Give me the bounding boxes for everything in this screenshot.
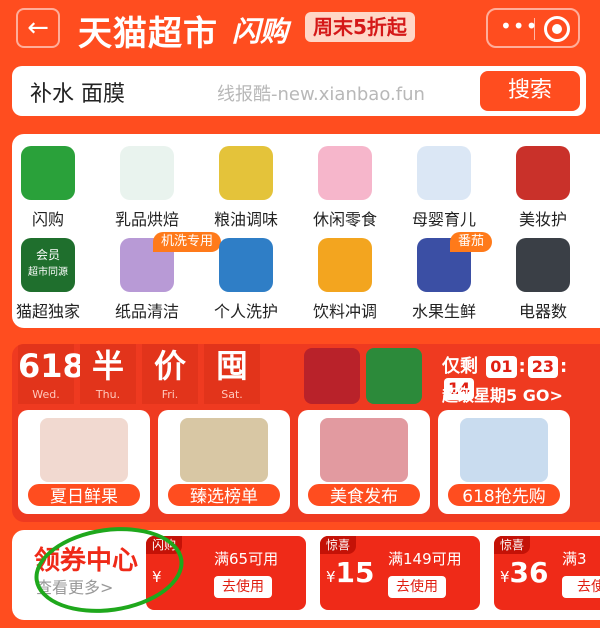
- promo-card-label: 美食发布: [306, 482, 422, 508]
- promo-panel: 仅剩 01:23:14 超级星期5 GO> 618 Wed. 半 Thu. 价 Fri. 囤…: [12, 344, 600, 522]
- category-label: 乳品烘焙: [114, 210, 179, 229]
- snack-bag-icon: [180, 418, 268, 482]
- search-button[interactable]: 搜索: [480, 71, 580, 111]
- coupon-condition: 满149可用: [388, 550, 462, 568]
- category-item[interactable]: 机洗专用 纸品清洁: [91, 232, 222, 322]
- coupon-card[interactable]: 惊喜 ¥36 满3 去使: [494, 536, 600, 610]
- snack-icon: [318, 146, 372, 200]
- flash-title: 闪购: [232, 15, 289, 48]
- category-item[interactable]: 母婴育儿: [388, 146, 500, 230]
- cosmetics-icon: [516, 146, 570, 200]
- oil-bottle-icon: [219, 146, 273, 200]
- coupon-value: 15: [335, 556, 375, 589]
- search-bar: 补水 面膜 线报酷-new.xianbao.fun 搜索: [12, 66, 586, 116]
- gift-box-icon: [320, 418, 408, 482]
- coupon-amount: ¥15: [326, 556, 375, 589]
- header: ← 天猫超市 闪购 周末5折起 •••: [0, 0, 600, 60]
- promo-day-weekday: Sat.: [221, 388, 243, 401]
- brand-title: 天猫超市: [78, 14, 218, 54]
- category-label: 水果生鲜: [411, 302, 476, 321]
- coupon-condition: 满3: [562, 550, 587, 568]
- beer-can-icon: [366, 348, 422, 404]
- promo-day-weekday: Thu.: [95, 388, 121, 401]
- promo-card[interactable]: 夏日鲜果: [18, 410, 150, 514]
- search-input[interactable]: 补水 面膜: [30, 76, 125, 108]
- coupon-use-button[interactable]: 去使用: [214, 576, 272, 598]
- category-item[interactable]: 番茄水果生鲜: [388, 232, 500, 322]
- promo-day-title: 半: [91, 347, 124, 385]
- category-tag: 番茄: [450, 232, 493, 252]
- promo-card-label: 618抢先购: [446, 482, 562, 508]
- promo-card[interactable]: 臻选榜单: [158, 410, 290, 514]
- category-label: 饮料冲调: [312, 302, 377, 321]
- coupon-value: 36: [509, 556, 549, 589]
- more-icon[interactable]: •••: [500, 14, 538, 38]
- promo-day-4: 囤 Sat.: [204, 344, 260, 404]
- category-label: 电器数: [518, 302, 567, 321]
- promo-day-title: 囤: [215, 347, 248, 385]
- weekend-sale-badge: 周末5折起: [305, 12, 415, 42]
- promo-day-title: 价: [153, 347, 186, 385]
- coupon-condition: 满65可用: [214, 550, 279, 568]
- category-item[interactable]: 电器数: [487, 238, 599, 322]
- category-label: 母婴育儿: [411, 210, 476, 229]
- promo-day-2: 半 Thu.: [80, 344, 136, 404]
- promo-day-weekday: Wed.: [32, 388, 60, 401]
- coupon-use-button[interactable]: 去使用: [388, 576, 446, 598]
- category-item[interactable]: 乳品烘焙: [91, 146, 203, 230]
- promo-card-label: 臻选榜单: [166, 482, 282, 508]
- coupon-currency: ¥: [326, 568, 336, 586]
- juice-icon: [318, 238, 372, 292]
- record-icon[interactable]: [544, 16, 570, 42]
- member-badge-bottom: 超市同源: [28, 267, 68, 278]
- member-badge-top: 会员: [35, 248, 60, 262]
- formula-can-icon: [417, 146, 471, 200]
- milk-icon: [120, 146, 174, 200]
- category-label: 休闲零食: [312, 210, 377, 229]
- member-badge-icon: 会员 超市同源: [21, 238, 75, 292]
- category-item[interactable]: 饮料冲调: [289, 238, 401, 322]
- category-item[interactable]: 粮油调味: [190, 146, 302, 230]
- coupon-card[interactable]: 惊喜 ¥15 满149可用去使用: [320, 536, 480, 610]
- promo-day-title: 618: [18, 347, 85, 385]
- tmall-flash-icon: [21, 146, 75, 200]
- back-button[interactable]: ←: [16, 8, 60, 48]
- promo-day-3: 价 Fri.: [142, 344, 198, 404]
- beer-can-icon: [304, 348, 360, 404]
- promo-day-weekday: Fri.: [161, 388, 179, 401]
- super-week-link[interactable]: 超级星期5 GO>: [442, 382, 563, 406]
- coupon-use-button[interactable]: 去使: [562, 576, 600, 598]
- countdown-label: 仅剩: [442, 356, 478, 377]
- coupon-currency: ¥: [500, 568, 510, 586]
- coupon-badge: 惊喜: [494, 536, 531, 554]
- category-item[interactable]: 休闲零食: [289, 146, 401, 230]
- lychee-icon: [40, 418, 128, 482]
- category-label: 粮油调味: [213, 210, 278, 229]
- tissue-pack-icon: [460, 418, 548, 482]
- promo-card[interactable]: 美食发布: [298, 410, 430, 514]
- countdown-minutes: 23: [527, 356, 559, 378]
- coupon-amount: ¥36: [500, 556, 549, 589]
- capsule-divider: [534, 18, 535, 40]
- watermark-text: 线报酷-new.xianbao.fun: [217, 84, 425, 105]
- category-item[interactable]: 个人洗护: [190, 238, 302, 322]
- mini-program-capsule: •••: [486, 8, 580, 48]
- category-grid: 闪购 乳品烘焙 粮油调味 休闲零食 母婴育儿 美妆护 会员 超市同源 猫超独家 机洗专用 纸品清洁个…: [12, 134, 600, 328]
- category-label: 纸品清洁: [114, 302, 179, 321]
- category-item[interactable]: 美妆护: [487, 146, 599, 230]
- coupon-badge: 惊喜: [320, 536, 357, 554]
- category-label: 个人洗护: [213, 302, 278, 321]
- shampoo-icon: [219, 238, 273, 292]
- countdown-hours: 01: [486, 356, 517, 378]
- promo-card[interactable]: 618抢先购: [438, 410, 570, 514]
- category-label: 美妆护: [518, 210, 567, 229]
- promo-day-1: 618 Wed.: [18, 344, 85, 404]
- phone-icon: [516, 238, 570, 292]
- promo-card-label: 夏日鲜果: [26, 482, 142, 508]
